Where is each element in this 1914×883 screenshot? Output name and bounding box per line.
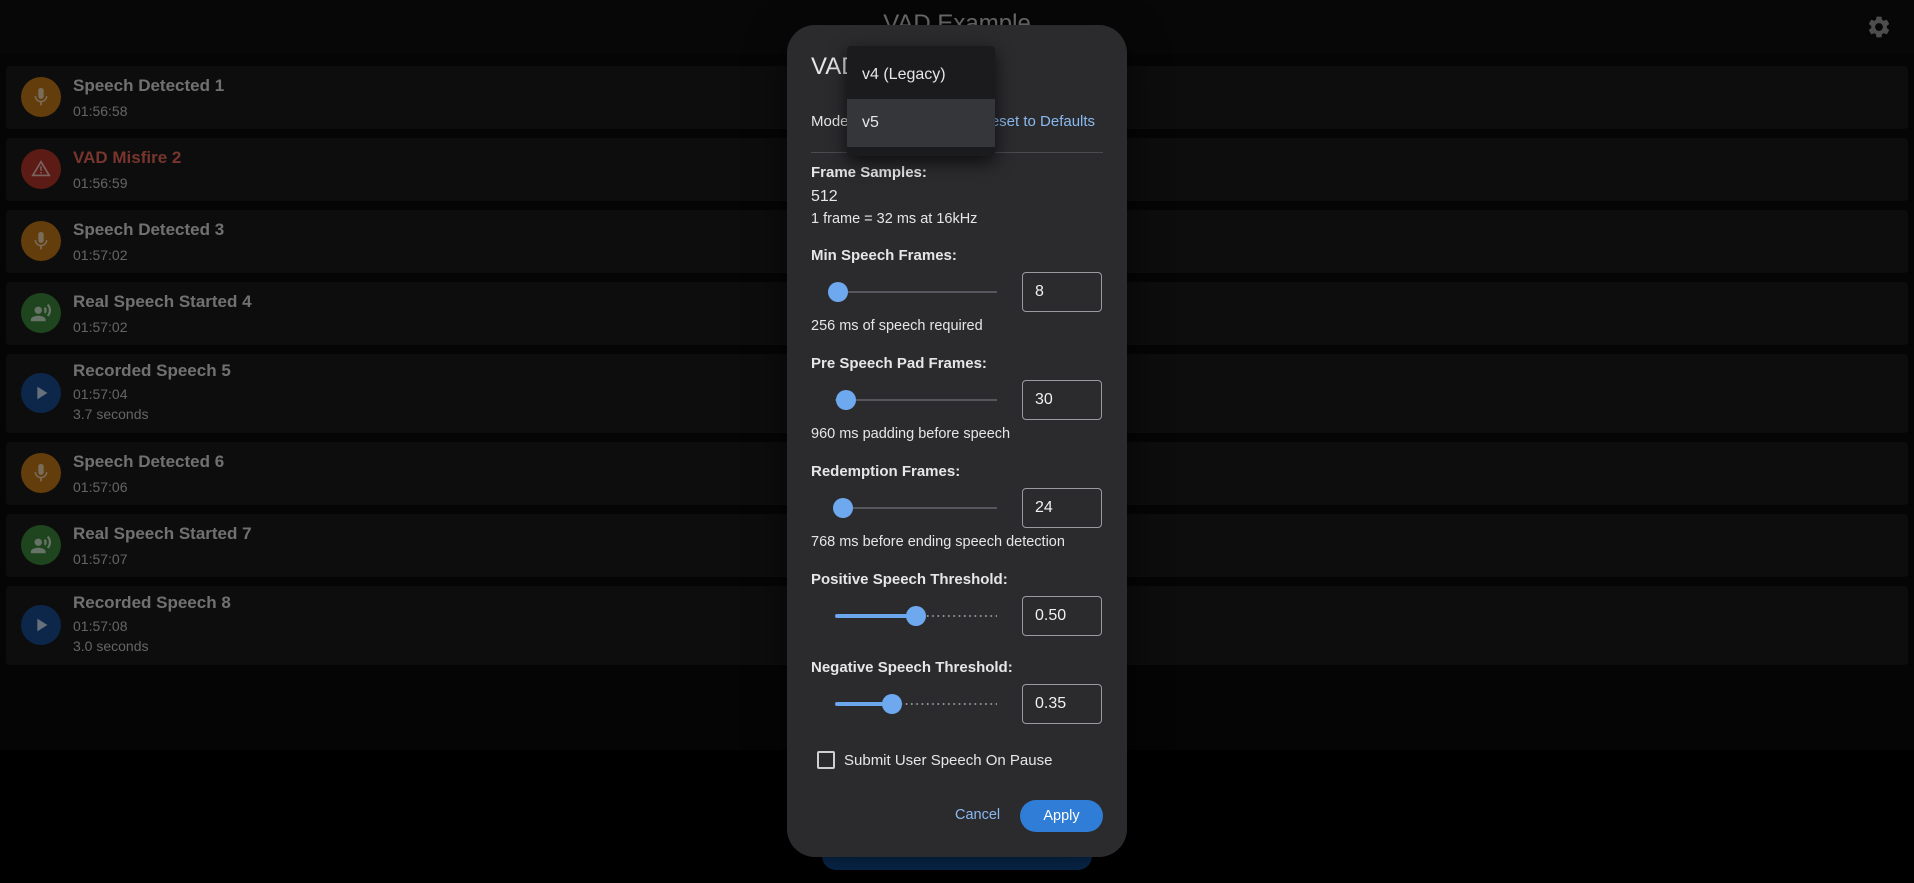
slider-rail [835,291,997,293]
negative-threshold-slider[interactable] [835,694,997,714]
pre-speech-pad-frames-input[interactable] [1022,380,1102,420]
redemption-frames-help: 768 ms before ending speech detection [811,534,1065,550]
positive-threshold-label: Positive Speech Threshold: [811,571,1008,588]
redemption-frames-input[interactable] [1022,488,1102,528]
min-speech-frames-help: 256 ms of speech required [811,318,983,334]
pre-speech-pad-frames-help: 960 ms padding before speech [811,426,1011,442]
negative-threshold-input[interactable] [1022,684,1102,724]
pre-speech-pad-frames-label: Pre Speech Pad Frames: [811,355,987,372]
submit-on-pause-checkbox[interactable] [817,751,835,769]
cancel-button[interactable]: Cancel [947,800,1008,830]
min-speech-frames-slider[interactable] [828,282,997,302]
pre-speech-pad-frames-slider[interactable] [835,390,997,410]
menu-item-v5[interactable]: v5 [847,99,995,147]
slider-thumb[interactable] [828,282,848,302]
min-speech-frames-input[interactable] [1022,272,1102,312]
slider-thumb[interactable] [882,694,902,714]
reset-to-defaults-button[interactable]: Reset to Defaults [980,113,1095,130]
min-speech-frames-label: Min Speech Frames: [811,247,957,264]
positive-threshold-slider[interactable] [835,606,997,626]
model-select-label[interactable]: Model [811,113,852,130]
submit-on-pause-label[interactable]: Submit User Speech On Pause [844,752,1052,769]
frame-samples-help: 1 frame = 32 ms at 16kHz [811,211,978,227]
slider-thumb[interactable] [833,498,853,518]
frame-samples-label: Frame Samples: [811,164,927,181]
slider-thumb[interactable] [836,390,856,410]
redemption-frames-label: Redemption Frames: [811,463,961,480]
frame-samples-value: 512 [811,188,838,205]
slider-rail [835,507,997,509]
menu-item-v4-legacy[interactable]: v4 (Legacy) [847,51,995,99]
submit-on-pause-row[interactable]: Submit User Speech On Pause [817,750,1052,770]
slider-thumb[interactable] [906,606,926,626]
model-dropdown-menu: v4 (Legacy) v5 [847,46,995,156]
positive-threshold-input[interactable] [1022,596,1102,636]
apply-button[interactable]: Apply [1020,800,1103,832]
negative-threshold-label: Negative Speech Threshold: [811,659,1013,676]
slider-rail [835,399,997,401]
redemption-frames-slider[interactable] [833,498,997,518]
slider-track [835,614,916,618]
